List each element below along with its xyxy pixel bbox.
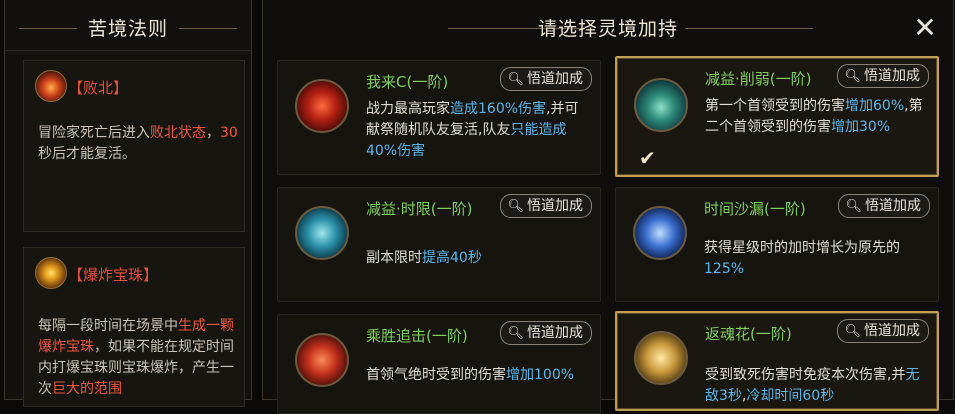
golden-flower-icon [634,331,688,385]
card-title: 乘胜追击(一阶) [366,327,468,345]
magnifier-icon: 🔍︎ [845,199,862,214]
checkmark-icon: ✔ [639,146,656,170]
title-divider [179,28,237,29]
card-description: 受到致死伤害时免疫本次伤害,并无敌3秒,冷却时间60秒 [705,367,920,404]
enhance-button[interactable]: 🔍︎ 悟道加成 [837,64,929,88]
blessing-card-time-limit[interactable]: 减益·时限(一阶) 🔍︎ 悟道加成 副本限时提高40秒 [277,187,601,302]
exploding-orb-icon [35,257,67,289]
rules-panel: 苦境法则 【败北】 冒险家死亡后进入败北状态，30秒后才能复活。 【爆炸宝珠】 … [4,0,252,407]
card-title: 返魂花(一阶) [705,325,792,343]
blessing-card-carry[interactable]: 我来C(一阶) 🔍︎ 悟道加成 战力最高玩家造成160%伤害,并可献祭随机队友复活… [277,60,601,175]
card-description: 获得星级时的加时增长为原先的125% [704,240,900,277]
magnifier-icon: 🔍︎ [844,324,861,339]
dialog-title: 请选择灵境加持 [537,18,678,40]
rule-name: 【败北】 [68,79,129,97]
card-description: 副本限时提高40秒 [366,250,482,266]
blessing-card-pursuit[interactable]: 乘胜追击(一阶) 🔍︎ 悟道加成 首领气绝时受到的伤害增加100% [277,314,601,414]
fist-icon [295,333,349,387]
enhance-button[interactable]: 🔍︎ 悟道加成 [837,319,929,343]
rule-card-defeat: 【败北】 冒险家死亡后进入败北状态，30秒后才能复活。 [23,60,245,232]
blessing-card-revival-flower[interactable]: 返魂花(一阶) 🔍︎ 悟道加成 受到致死伤害时免疫本次伤害,并无敌3秒,冷却时间6… [615,311,939,411]
rule-card-exploding-orb: 【爆炸宝珠】 每隔一段时间在场景中生成一颗爆炸宝珠，如果不能在规定时间内打爆宝珠… [23,247,245,407]
card-title: 时间沙漏(一阶) [704,200,806,218]
magnifier-icon: 🔍︎ [507,326,524,341]
rule-description: 冒险家死亡后进入败北状态，30秒后才能复活。 [38,125,238,162]
magnifier-icon: 🔍︎ [844,69,861,84]
magnifier-icon: 🔍︎ [507,72,524,87]
magnifier-icon: 🔍︎ [507,199,524,214]
berserker-icon [295,79,349,133]
card-description: 第一个首领受到的伤害增加60%,第二个首领受到的伤害增加30% [705,98,923,135]
rule-description: 每隔一段时间在场景中生成一颗爆炸宝珠，如果不能在规定时间内打爆宝珠则宝珠爆炸，产… [38,318,234,397]
close-button[interactable]: ✕ [911,14,939,42]
blessing-card-weaken[interactable]: 减益·削弱(一阶) 🔍︎ 悟道加成 第一个首领受到的伤害增加60%,第二个首领受到… [615,56,939,177]
wind-swirl-icon [295,206,349,260]
card-title: 减益·时限(一阶) [366,200,473,218]
blessing-selection-dialog: 请选择灵境加持 ✕ 我来C(一阶) 🔍︎ 悟道加成 战力最高玩家造成160%伤害,… [262,0,954,414]
card-description: 战力最高玩家造成160%伤害,并可献祭随机队友复活,队友只能造成40%伤害 [366,101,579,159]
enhance-button[interactable]: 🔍︎ 悟道加成 [500,321,592,345]
enhance-button[interactable]: 🔍︎ 悟道加成 [500,194,592,218]
hourglass-orbit-icon [633,206,687,260]
title-divider [685,28,813,29]
header-divider [5,50,251,51]
fire-fist-icon [35,70,67,102]
blessing-card-hourglass[interactable]: 时间沙漏(一阶) 🔍︎ 悟道加成 获得星级时的加时增长为原先的125% [615,187,939,302]
enhance-button[interactable]: 🔍︎ 悟道加成 [500,67,592,91]
sprout-icon [634,78,688,132]
card-title: 减益·削弱(一阶) [705,70,812,88]
card-description: 首领气绝时受到的伤害增加100% [366,367,575,383]
enhance-button[interactable]: 🔍︎ 悟道加成 [838,194,930,218]
rule-name: 【爆炸宝珠】 [68,266,159,284]
card-title: 我来C(一阶) [366,73,449,91]
